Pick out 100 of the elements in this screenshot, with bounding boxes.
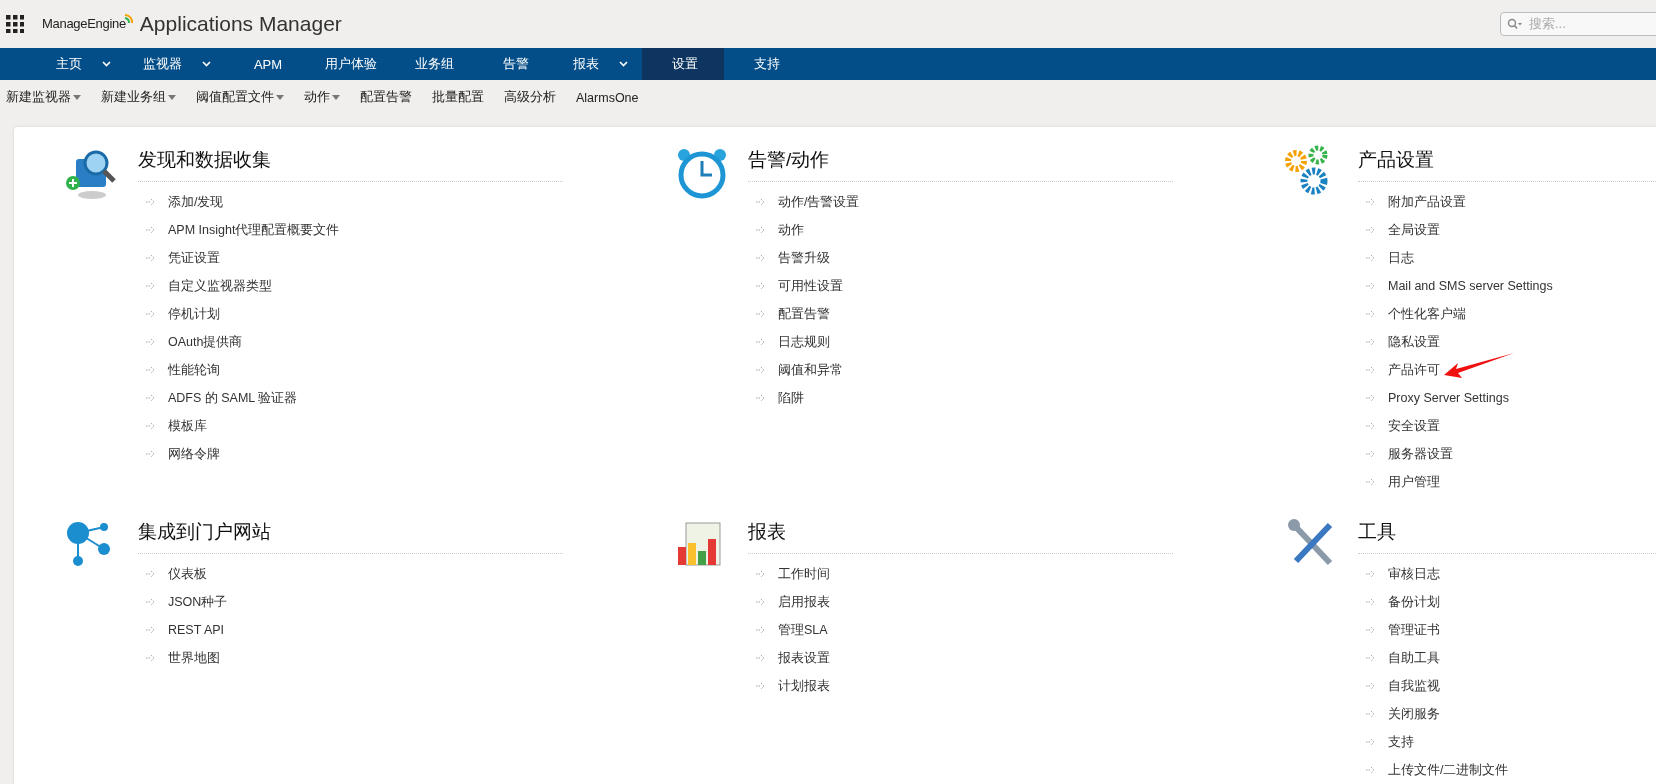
arrow-icon [1366,394,1376,402]
toolbar-menu-item[interactable]: 动作 [304,89,340,107]
arrow-icon [1366,710,1376,718]
settings-link[interactable]: 告警升级 [748,244,1173,272]
settings-link[interactable]: 附加产品设置 [1358,188,1656,216]
arrow-icon [1366,198,1376,206]
arrow-icon [1366,366,1376,374]
settings-link[interactable]: 自我监视 [1358,672,1656,700]
nav-tab[interactable]: 业务组 [391,47,473,81]
section-title: 产品设置 [1358,139,1656,182]
settings-link[interactable]: 可用性设置 [748,272,1173,300]
nav-tab[interactable]: 用户体验 [307,47,391,81]
section-title: 告警/动作 [748,139,1173,182]
nav-tab[interactable]: 告警 [473,47,555,81]
nav-tab[interactable]: 设置 [642,47,724,81]
settings-link[interactable]: 上传文件/二进制文件 [1358,756,1656,784]
settings-link[interactable]: OAuth提供商 [138,328,563,356]
settings-link[interactable]: 配置告警 [748,300,1173,328]
arrow-icon [1366,282,1376,290]
toolbar-menu-item[interactable]: 阈值配置文件 [196,89,284,107]
arrow-icon [1366,338,1376,346]
settings-link[interactable]: 工作时间 [748,560,1173,588]
settings-link[interactable]: ADFS 的 SAML 验证器 [138,384,563,412]
arrow-icon [756,198,766,206]
arrow-icon [146,626,156,634]
arrow-icon [756,310,766,318]
settings-link[interactable]: 日志 [1358,244,1656,272]
nav-tab[interactable]: APM [225,47,307,81]
arrow-icon [1366,598,1376,606]
nav-tab[interactable]: 监视器 [125,47,225,81]
arrow-icon [756,626,766,634]
arrow-icon [756,282,766,290]
arrow-icon [756,682,766,690]
settings-link[interactable]: 自助工具 [1358,644,1656,672]
app-grid-icon[interactable] [6,14,24,33]
arrow-icon [756,654,766,662]
settings-link[interactable]: 阈值和异常 [748,356,1173,384]
nav-tab[interactable]: 报表 [555,47,642,81]
settings-link[interactable]: 备份计划 [1358,588,1656,616]
settings-link[interactable]: Proxy Server Settings [1358,384,1656,412]
arrow-icon [756,570,766,578]
arrow-icon [1366,478,1376,486]
toolbar-menu-item[interactable]: 批量配置 [432,89,484,107]
settings-link[interactable]: APM Insight代理配置概要文件 [138,216,563,244]
settings-link[interactable]: 隐私设置 [1358,328,1656,356]
settings-link[interactable]: 关闭服务 [1358,700,1656,728]
toolbar-menu-item[interactable]: AlarmsOne [576,90,639,105]
arrow-icon [1366,254,1376,262]
settings-link[interactable]: 动作/告警设置 [748,188,1173,216]
settings-link[interactable]: 网络令牌 [138,440,563,468]
arrow-icon [756,366,766,374]
settings-link[interactable]: 安全设置 [1358,412,1656,440]
settings-link[interactable]: Mail and SMS server Settings [1358,272,1656,300]
arrow-icon [756,226,766,234]
settings-link[interactable]: 计划报表 [748,672,1173,700]
settings-link[interactable]: 自定义监视器类型 [138,272,563,300]
settings-link[interactable]: 模板库 [138,412,563,440]
arrow-icon [1366,570,1376,578]
arrow-icon [756,254,766,262]
settings-link[interactable]: 世界地图 [138,644,563,672]
arrow-icon [146,598,156,606]
arrow-icon [146,654,156,662]
settings-link[interactable]: 审核日志 [1358,560,1656,588]
settings-link[interactable]: 性能轮询 [138,356,563,384]
settings-link[interactable]: 报表设置 [748,644,1173,672]
settings-link[interactable]: 全局设置 [1358,216,1656,244]
nav-tab[interactable]: 支持 [724,47,806,81]
toolbar-menu-item[interactable]: 配置告警 [360,89,412,107]
arrow-icon [146,570,156,578]
arrow-icon [146,394,156,402]
toolbar-menu-item[interactable]: 高级分析 [504,89,556,107]
arrow-icon [146,422,156,430]
arrow-icon [1366,654,1376,662]
settings-link[interactable]: 支持 [1358,728,1656,756]
settings-link[interactable]: 仪表板 [138,560,563,588]
arrow-icon [1366,738,1376,746]
arrow-icon [146,450,156,458]
settings-link[interactable]: JSON种子 [138,588,563,616]
toolbar-menu-item[interactable]: 新建监视器 [6,89,81,107]
settings-link[interactable]: 陷阱 [748,384,1173,412]
settings-link[interactable]: 启用报表 [748,588,1173,616]
product-name: Applications Manager [139,11,342,36]
settings-link[interactable]: REST API [138,616,563,644]
settings-link[interactable]: 管理证书 [1358,616,1656,644]
arrow-icon [146,254,156,262]
nav-tab[interactable]: 主页 [38,47,125,81]
settings-link[interactable]: 日志规则 [748,328,1173,356]
toolbar-menu-item[interactable]: 新建业务组 [101,89,176,107]
settings-link[interactable]: 动作 [748,216,1173,244]
settings-link[interactable]: 凭证设置 [138,244,563,272]
settings-link[interactable]: 产品许可 [1358,356,1656,384]
search-field[interactable]: 搜索... [1500,11,1656,36]
arrow-icon [1366,682,1376,690]
settings-link[interactable]: 管理SLA [748,616,1173,644]
settings-link[interactable]: 用户管理 [1358,468,1656,496]
settings-link[interactable]: 服务器设置 [1358,440,1656,468]
settings-link[interactable]: 停机计划 [138,300,563,328]
settings-link[interactable]: 添加/发现 [138,188,563,216]
arrow-icon [1366,766,1376,774]
settings-link[interactable]: 个性化客户端 [1358,300,1656,328]
